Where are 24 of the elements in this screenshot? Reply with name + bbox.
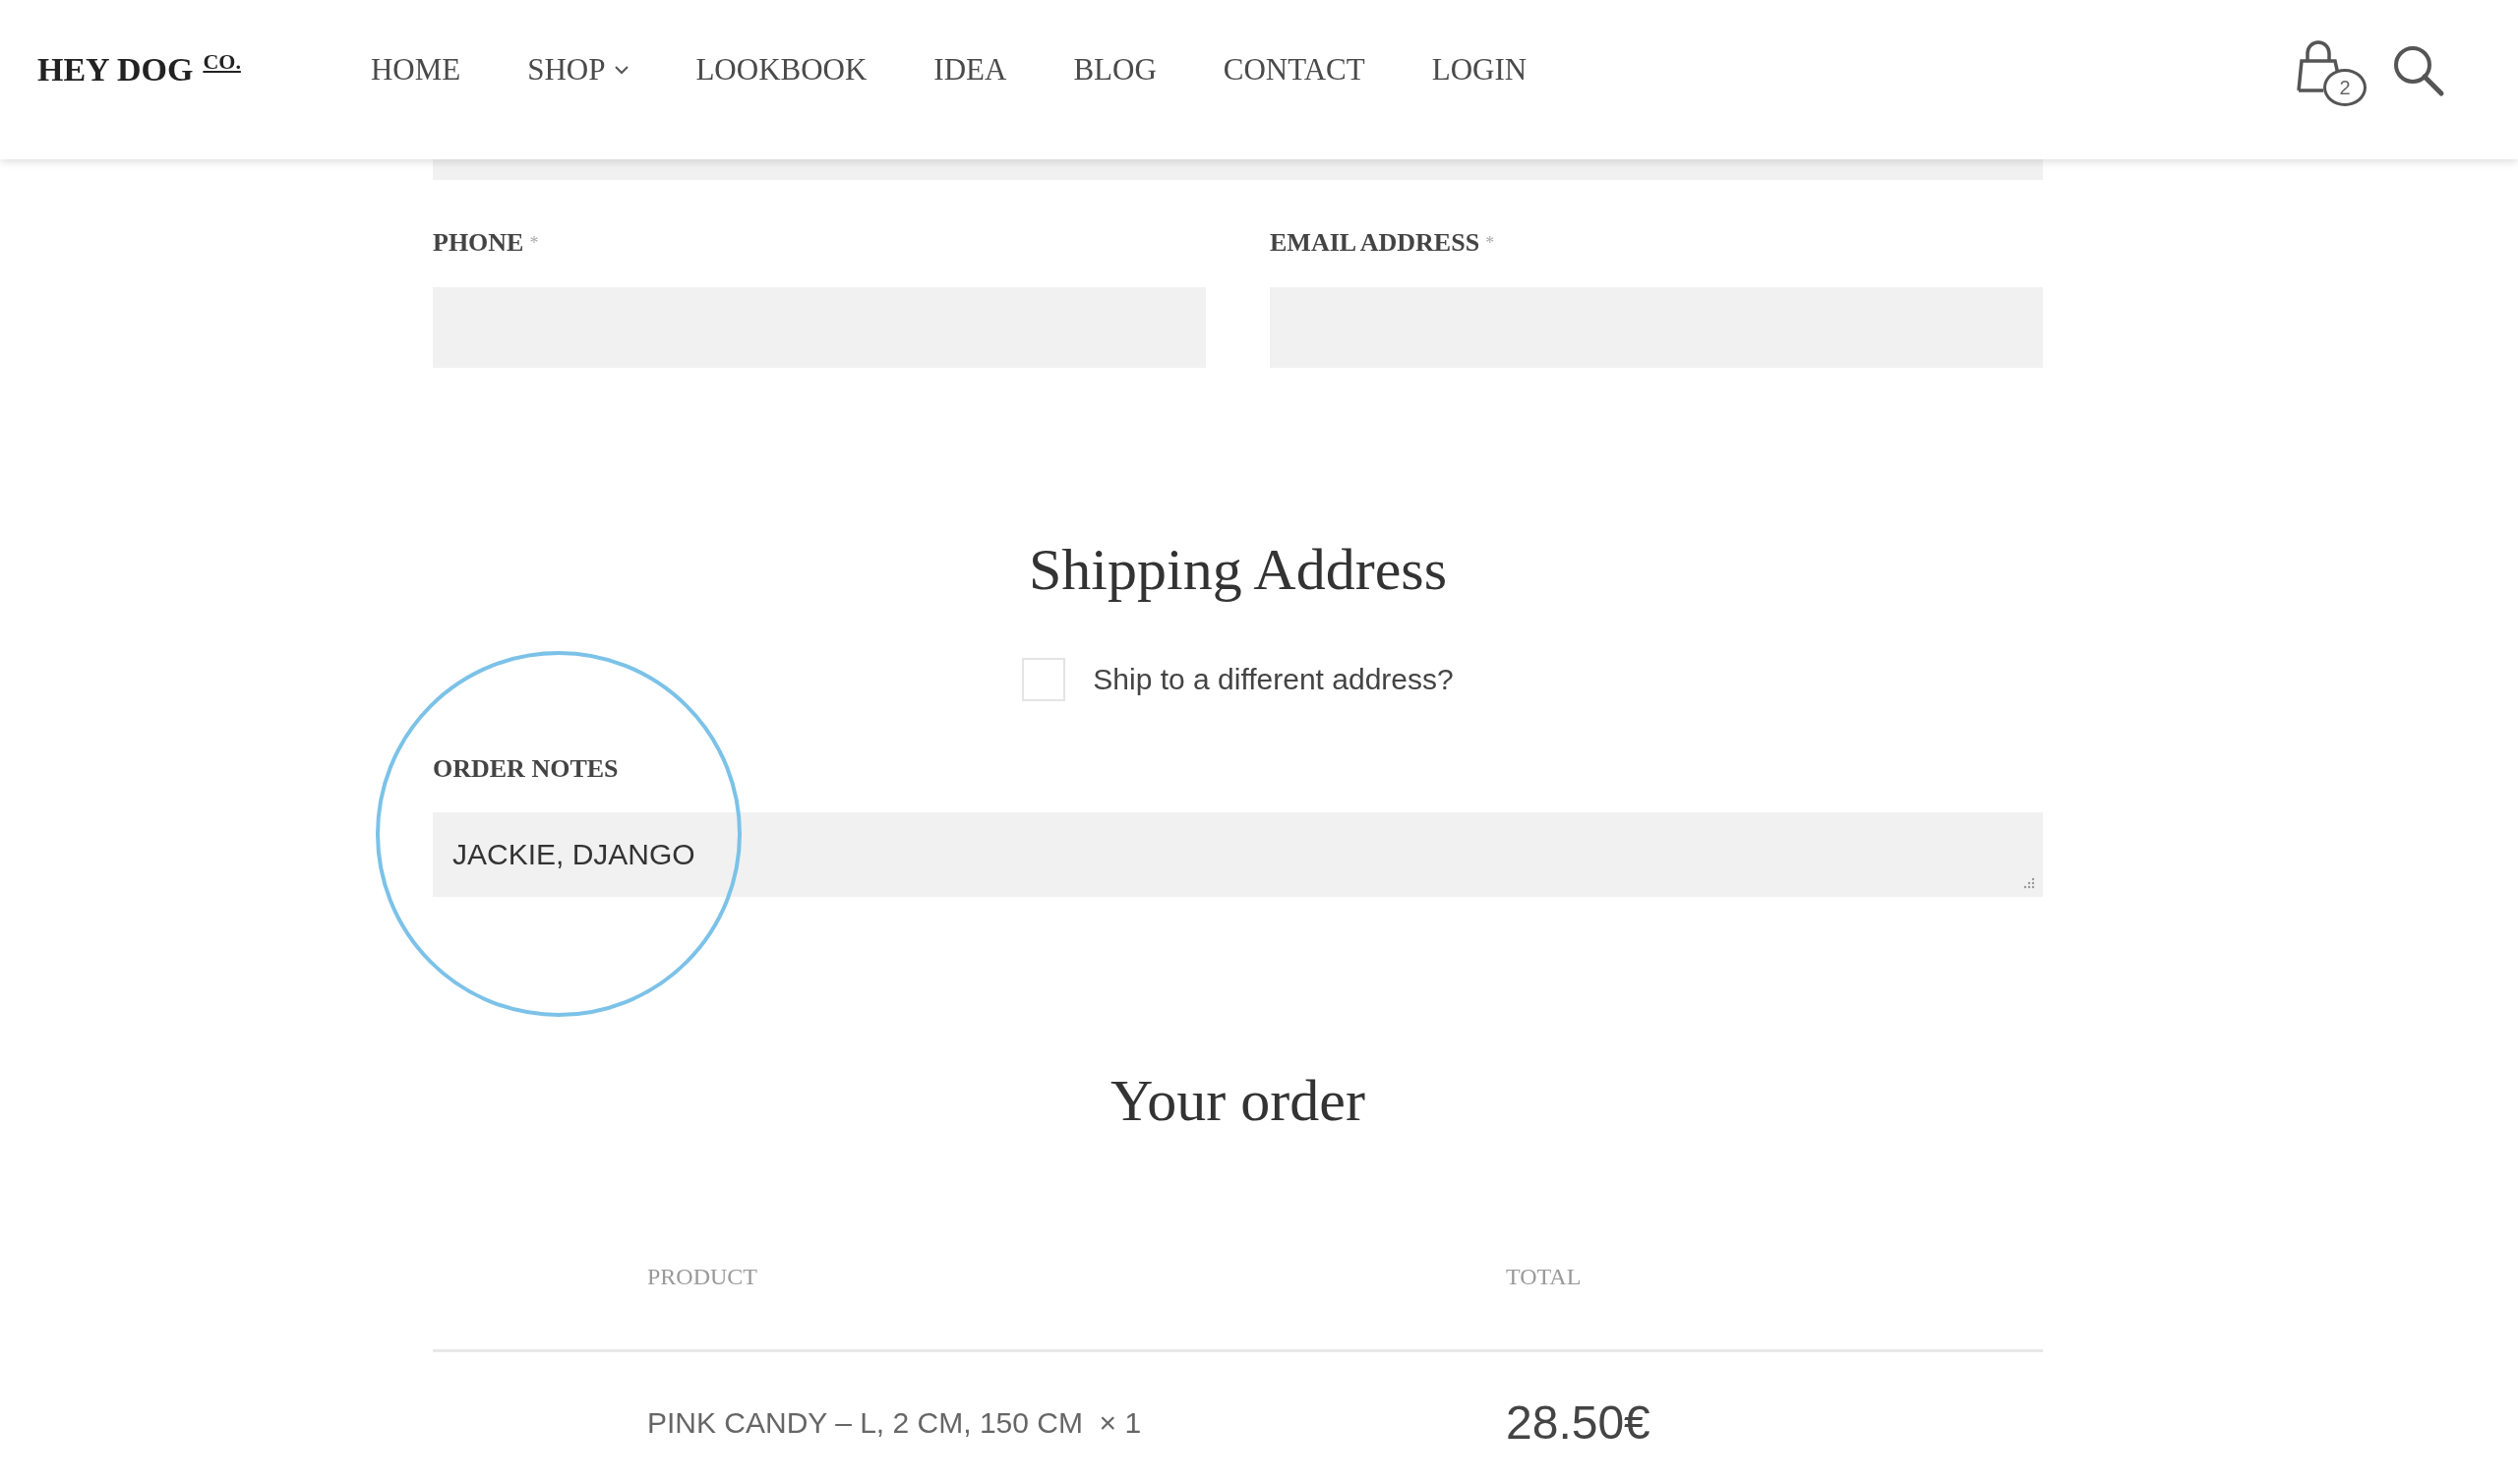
nav-link[interactable]: LOOKBOOK bbox=[695, 52, 868, 88]
input-field[interactable] bbox=[433, 159, 2043, 180]
column-header: PRODUCT bbox=[647, 1263, 759, 1291]
field-label: PHONE * bbox=[433, 228, 540, 258]
nav-link[interactable]: CONTACT bbox=[1223, 52, 1365, 88]
notes-field[interactable]: JACKIE, DJANGO bbox=[433, 812, 2043, 897]
field-label: EMAIL ADDRESS * bbox=[1270, 228, 1496, 258]
nav-link[interactable]: SHOP bbox=[527, 52, 630, 88]
nav-link[interactable]: BLOG bbox=[1073, 52, 1157, 88]
price: 28.50€ bbox=[1506, 1395, 1651, 1451]
nav-link[interactable]: LOGIN bbox=[1431, 52, 1528, 88]
chevron-down-icon bbox=[615, 65, 630, 75]
resize-grip-icon bbox=[2021, 877, 2035, 889]
cart-count-badge: 2 bbox=[2323, 69, 2367, 106]
logo[interactable]: HEY DOG CO. bbox=[37, 51, 241, 89]
nav-link[interactable]: IDEA bbox=[933, 52, 1007, 88]
field-label: ORDER NOTES bbox=[433, 754, 620, 784]
column-header: TOTAL bbox=[1506, 1263, 1583, 1291]
nav-link[interactable]: HOME bbox=[370, 52, 461, 88]
checkbox[interactable] bbox=[1022, 658, 1066, 701]
section-heading: Your order bbox=[1109, 1067, 1366, 1135]
checkbox-label: Ship to a different address? bbox=[1093, 663, 1454, 696]
section-heading: Shipping Address bbox=[1027, 536, 1448, 604]
product-name: PINK CANDY – L, 2 CM, 150 CM × 1 bbox=[647, 1406, 1143, 1440]
